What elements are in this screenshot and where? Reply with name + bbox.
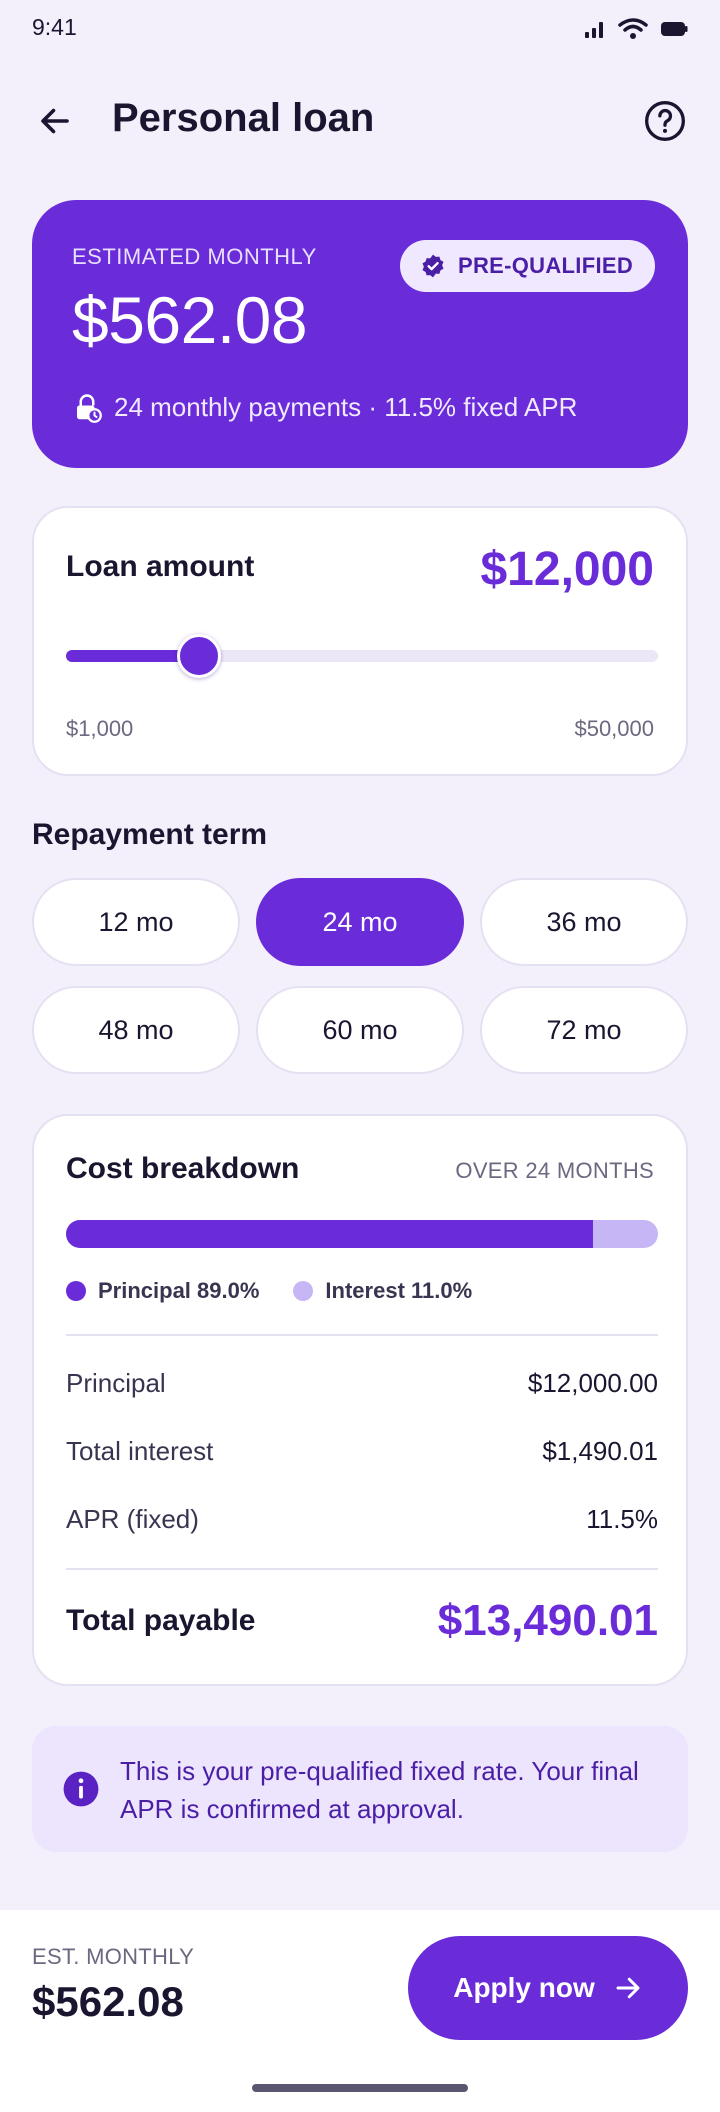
term-options: 12 mo 24 mo 36 mo 48 mo 60 mo 72 mo [32, 878, 688, 1074]
back-button[interactable] [30, 96, 80, 146]
info-banner: This is your pre-qualified fixed rate. Y… [32, 1726, 688, 1852]
prequalified-badge: PRE-QUALIFIED [400, 240, 656, 292]
repayment-term-title: Repayment term [32, 818, 268, 851]
term-option[interactable]: 12 mo [32, 878, 240, 966]
page-title: Personal loan [112, 96, 375, 140]
payment-summary: 24 monthly payments · 11.5% fixed APR [72, 392, 577, 423]
info-icon [63, 1771, 99, 1807]
row-label: APR (fixed) [66, 1504, 199, 1534]
term-option[interactable]: 60 mo [256, 986, 464, 1074]
bottom-estimate-amount: $562.08 [32, 1978, 184, 2025]
principal-dot [66, 1281, 86, 1301]
term-option[interactable]: 48 mo [32, 986, 240, 1074]
apply-now-button[interactable]: Apply now [408, 1936, 688, 2040]
row-label: Principal [66, 1368, 166, 1398]
term-option[interactable]: 36 mo [480, 878, 688, 966]
divider [66, 1568, 658, 1570]
row-label: Total interest [66, 1436, 214, 1466]
cost-row-principal: Principal $12,000.00 [66, 1368, 658, 1399]
help-button[interactable] [640, 96, 690, 146]
monthly-amount: $562.08 [72, 283, 308, 357]
app-bar: Personal loan [0, 86, 720, 150]
arrow-right-icon [616, 1977, 640, 1999]
cost-legend: Principal 89.0% Interest 11.0% [66, 1278, 472, 1304]
term-option-selected[interactable]: 24 mo [256, 878, 464, 966]
row-value: $12,000.00 [527, 1368, 658, 1398]
loan-amount-slider[interactable] [66, 634, 658, 678]
bottom-action-bar: EST. MONTHLY $562.08 Apply now [0, 1910, 720, 2112]
loan-amount-value: $12,000 [480, 543, 654, 596]
apply-now-label: Apply now [453, 1972, 595, 2003]
legend-principal: Principal 89.0% [66, 1278, 259, 1304]
lock-clock-icon [77, 393, 102, 423]
principal-bar-segment [66, 1220, 593, 1248]
legend-interest: Interest 11.0% [293, 1278, 472, 1304]
term-option[interactable]: 72 mo [480, 986, 688, 1074]
range-max-label: $50,000 [574, 716, 654, 741]
signal-icon [585, 22, 603, 38]
cost-breakdown-title: Cost breakdown [66, 1152, 300, 1185]
interest-dot [293, 1281, 314, 1301]
legend-principal-label: Principal 89.0% [98, 1278, 260, 1303]
row-value: 11.5% [586, 1504, 658, 1534]
slider-thumb[interactable] [176, 634, 221, 678]
home-indicator[interactable] [252, 2084, 468, 2092]
cost-breakdown-card: Cost breakdown OVER 24 MONTHS Principal … [32, 1114, 688, 1686]
bottom-estimate-label: EST. MONTHLY [32, 1944, 195, 1969]
cost-row-apr: APR (fixed) 11.5% [66, 1504, 658, 1535]
total-payable-row: Total payable $13,490.01 [66, 1596, 658, 1646]
info-text: This is your pre-qualified fixed rate. Y… [120, 1756, 639, 1824]
estimate-label: ESTIMATED MONTHLY [72, 244, 317, 269]
monthly-estimate-card: ESTIMATED MONTHLY $562.08 PRE-QUALIFIED … [32, 200, 688, 468]
status-bar: 9:41 [0, 0, 720, 56]
cost-period: OVER 24 MONTHS [455, 1158, 654, 1183]
total-payable-label: Total payable [66, 1604, 256, 1637]
cost-split-bar [66, 1220, 658, 1248]
divider [66, 1334, 658, 1336]
arrow-left-icon [41, 108, 69, 134]
row-value: $1,490.01 [542, 1436, 658, 1466]
cost-row-interest: Total interest $1,490.01 [66, 1436, 658, 1467]
help-circle-icon [645, 101, 685, 141]
range-min-label: $1,000 [66, 716, 134, 741]
verified-badge-icon [422, 254, 444, 278]
wifi-icon [618, 18, 648, 39]
status-icons [584, 18, 688, 40]
loan-amount-title: Loan amount [66, 550, 255, 583]
loan-amount-card: Loan amount $12,000 $1,000 $50,000 [32, 506, 688, 776]
total-payable-value: $13,490.01 [437, 1596, 658, 1645]
status-time: 9:41 [32, 14, 77, 40]
battery-icon [661, 22, 688, 36]
legend-interest-label: Interest 11.0% [325, 1278, 473, 1303]
badge-label: PRE-QUALIFIED [458, 253, 634, 278]
payment-summary-text: 24 monthly payments · 11.5% fixed APR [114, 392, 578, 422]
